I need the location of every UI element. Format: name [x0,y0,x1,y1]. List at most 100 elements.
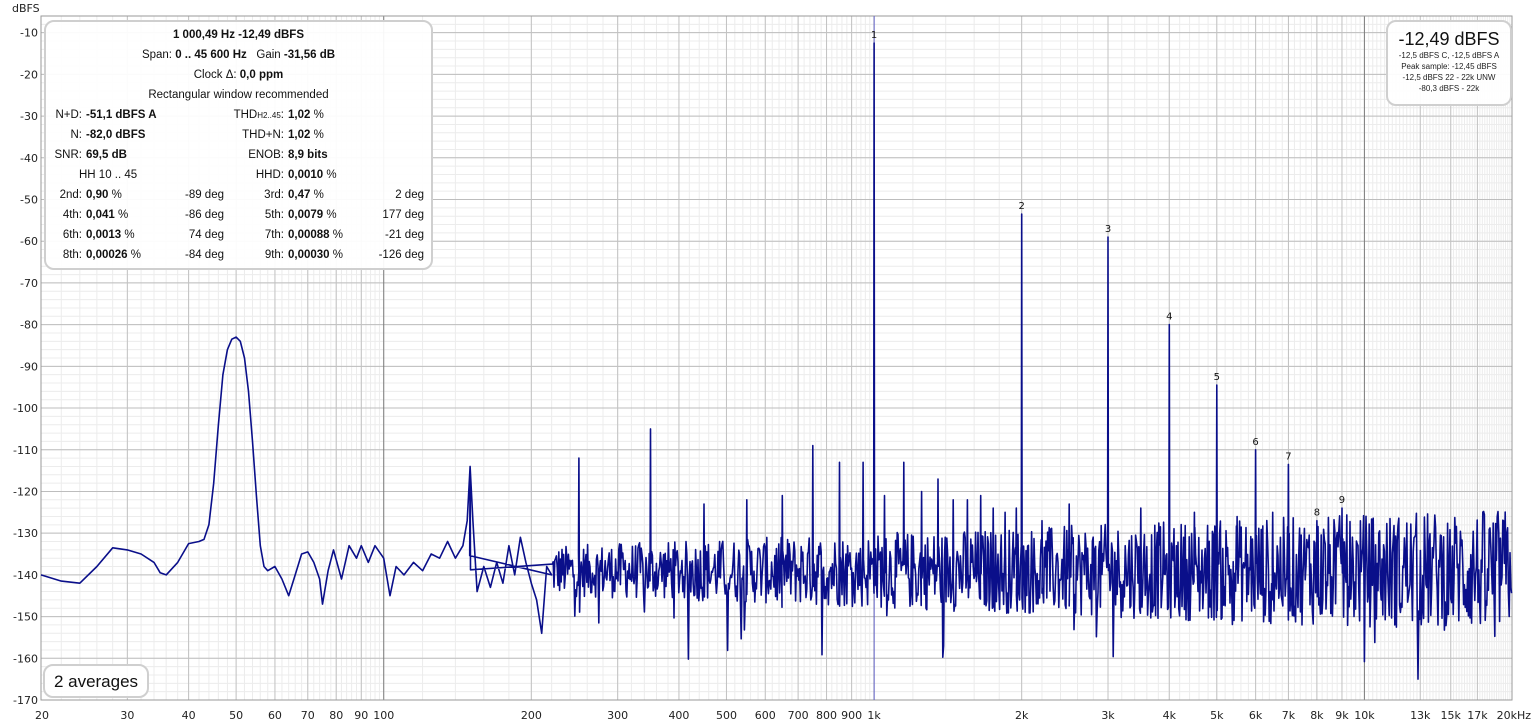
y-tick-label: -40 [20,152,38,165]
x-tick-label: 17k [1467,709,1488,722]
x-tick-label: 90 [354,709,368,722]
harmonic-label: 4th: [62,209,82,221]
x-tick-label: 70 [301,709,315,722]
nd-value: -51,1 dBFS A [86,109,157,121]
nd-thd-row: N+D: -51,1 dBFS A THDH2..45: 1,02 % [46,105,431,125]
harmonic-label: 7th: [264,229,284,241]
hh-hhd-row: HH 10 .. 45 HHD: 0,0010 % [46,165,431,185]
y-tick-label: -20 [20,68,38,81]
x-tick-label: 800 [816,709,837,722]
harmonic-label: 5th: [264,209,284,221]
level-line-1: -12,5 dBFS C, -12,5 dBFS A [1398,51,1500,60]
harmonic-marker-label: 5 [1214,372,1220,383]
harmonic-marker-label: 7 [1285,451,1291,462]
clock-value: 0,0 ppm [239,69,284,81]
level-line-3: -12,5 dBFS 22 - 22k UNW [1402,73,1496,82]
harmonic-phase: -126 deg [378,249,424,261]
harmonic-marker-label: 2 [1018,201,1024,212]
y-tick-label: -150 [13,611,38,624]
x-tick-label: 100 [373,709,394,722]
y-axis-unit-label: dBFS [12,2,40,15]
measurement-panel[interactable]: 1 000,49 Hz -12,49 dBFS Span: 0 .. 45 60… [44,20,433,270]
x-tick-label: 1k [867,709,881,722]
harmonic-label: 2nd: [59,189,82,201]
x-tick-label: 600 [755,709,776,722]
thdn-label: THD+N: [242,129,284,141]
gain-label: Gain [256,49,284,61]
harmonic-marker-label: 9 [1339,495,1345,506]
y-tick-label: -70 [20,277,38,290]
y-tick-label: -170 [13,694,38,707]
thd-label: THDH2..45: [233,109,284,121]
level-meter-panel[interactable]: -12,49 dBFS -12,5 dBFS C, -12,5 dBFS A P… [1386,20,1512,106]
y-tick-label: -110 [13,444,38,457]
window-note: Rectangular window recommended [148,89,329,101]
harmonic-label: 8th: [62,249,82,261]
y-tick-label: -100 [13,402,38,415]
clock-row: Clock Δ: 0,0 ppm [46,65,431,85]
harmonic-value: 0,0013 [86,229,122,241]
x-tick-label: 900 [841,709,862,722]
harmonic-value: 0,00088 [288,229,330,241]
thdn-value: 1,02 [288,129,311,141]
x-tick-label: 40 [182,709,196,722]
x-tick-label: 500 [716,709,737,722]
harmonic-phase: -21 deg [384,229,424,241]
span-value: 0 .. 45 600 Hz [175,49,247,61]
x-tick-label: 6k [1249,709,1263,722]
span-gain-row: Span: 0 .. 45 600 Hz Gain -31,56 dB [46,45,431,65]
harmonic-row: 4th: 0,041 % -86 deg 5th: 0,0079 % 177 deg [46,205,431,225]
clock-label: Clock Δ: [193,69,240,81]
harmonic-label: 3rd: [264,189,284,201]
harmonic-label: 9th: [264,249,284,261]
harmonic-row: 8th: 0,00026 % -84 deg 9th: 0,00030 % -126 de… [46,245,431,265]
x-tick-label: 15k [1441,709,1462,722]
enob-value: 8,9 bits [288,149,328,161]
x-tick-label: 50 [229,709,243,722]
thd-value: 1,02 [288,109,311,121]
snr-enob-row: SNR: 69,5 dB ENOB: 8,9 bits [46,145,431,165]
n-label: N: [70,129,83,141]
y-tick-label: -120 [13,485,38,498]
hhd-label: HHD: [255,169,284,181]
level-line-2: Peak sample: -12,45 dBFS [1401,62,1497,71]
x-tick-label: 3k [1101,709,1115,722]
y-tick-label: -30 [20,110,38,123]
y-tick-label: -50 [20,194,38,207]
averages-button[interactable]: 2 averages [43,664,149,698]
x-tick-label: 9k [1335,709,1349,722]
span-label: Span: [141,49,176,61]
x-tick-label: 80 [329,709,343,722]
n-value: -82,0 dBFS [86,129,146,141]
harmonic-row: 6th: 0,0013 % 74 deg 7th: 0,00088 % -21 deg [46,225,431,245]
x-tick-label: 20kHz [1497,709,1532,722]
y-tick-label: -160 [13,652,38,665]
x-tick-label: 10k [1354,709,1375,722]
x-tick-label: 4k [1163,709,1177,722]
level-readout: -12,49 dBFS [1398,29,1500,49]
nd-label: N+D: [55,109,82,121]
x-tick-label: 60 [268,709,282,722]
x-tick-label: 8k [1310,709,1324,722]
y-tick-label: -80 [20,319,38,332]
harmonic-phase: 177 deg [382,209,424,221]
harmonic-row: 2nd: 0,90 % -89 deg 3rd: 0,47 % 2 deg [46,185,431,205]
harmonic-value: 0,0079 [288,209,324,221]
y-tick-label: -60 [20,235,38,248]
x-tick-label: 7k [1282,709,1296,722]
x-tick-label: 5k [1210,709,1224,722]
x-tick-label: 2k [1015,709,1029,722]
harmonic-marker-label: 6 [1252,437,1258,448]
x-tick-label: 400 [668,709,689,722]
snr-label: SNR: [54,149,82,161]
y-tick-label: -10 [20,27,38,40]
x-tick-label: 30 [120,709,134,722]
hh-range-label: HH 10 .. 45 [79,169,138,181]
harmonic-phase: 2 deg [395,189,424,201]
harmonic-value: 0,47 [288,189,311,201]
n-thdn-row: N: -82,0 dBFS THD+N: 1,02 % [46,125,431,145]
harmonic-label: 6th: [62,229,82,241]
harmonic-value: 0,041 [86,209,115,221]
x-tick-label: 300 [607,709,628,722]
y-tick-label: -90 [20,360,38,373]
